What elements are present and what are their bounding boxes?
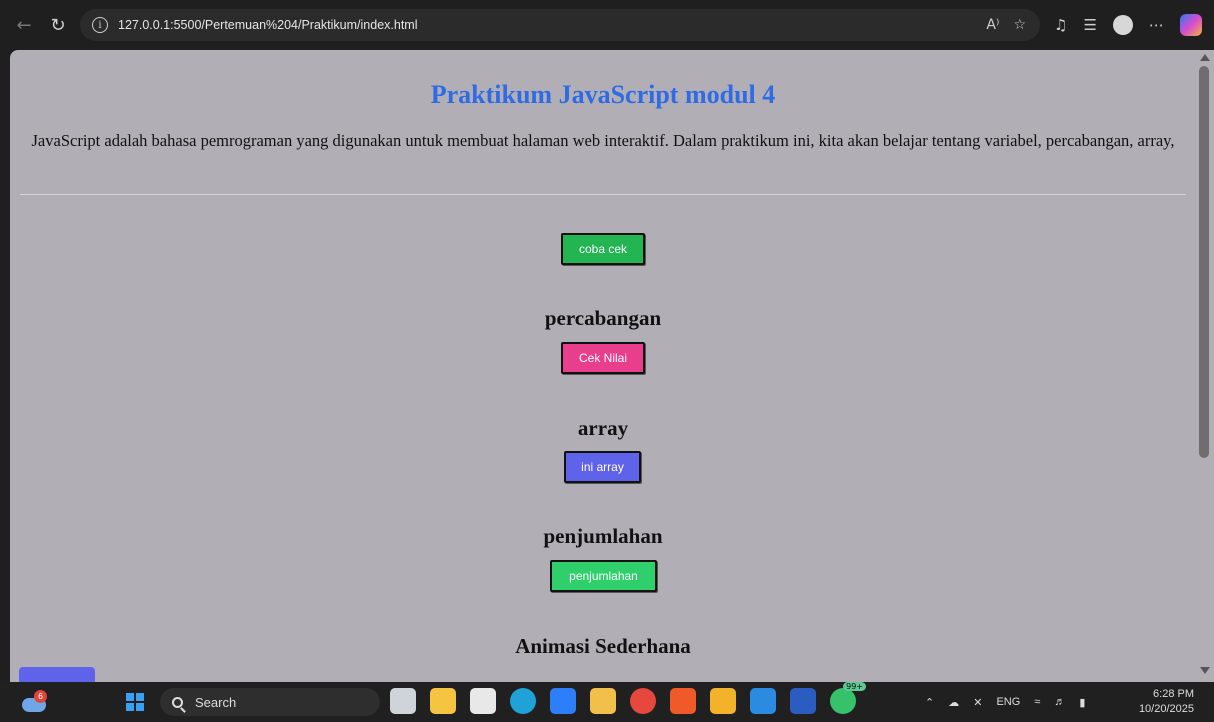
pinned-apps: 99+ — [390, 682, 866, 714]
intro-paragraph: JavaScript adalah bahasa pemrograman yan… — [31, 131, 1175, 150]
refresh-icon[interactable]: ↻ — [44, 15, 72, 36]
page-viewport: Praktikum JavaScript modul 4 JavaScript … — [10, 50, 1196, 682]
extensions-icon[interactable]: ♫ — [1054, 16, 1067, 34]
windows-start-icon[interactable] — [126, 693, 144, 711]
edge-icon[interactable] — [510, 688, 536, 714]
vscode-icon[interactable] — [750, 688, 776, 714]
whatsapp-badge: 99+ — [843, 682, 866, 691]
copilot-icon[interactable] — [1179, 14, 1202, 36]
network-app-icon[interactable]: ☁ — [948, 696, 959, 709]
word-icon[interactable] — [790, 688, 816, 714]
favorite-star-icon[interactable]: ☆ — [1013, 17, 1026, 33]
address-bar[interactable]: i 127.0.0.1:5500/Pertemuan%204/Praktikum… — [80, 9, 1040, 41]
taskbar-search[interactable]: Search — [160, 688, 380, 716]
ini-array-button[interactable]: ini array — [564, 451, 641, 483]
volume-icon[interactable]: ♬ — [1054, 696, 1065, 708]
read-aloud-icon[interactable]: A⁾ — [986, 17, 999, 33]
search-label: Search — [195, 694, 237, 710]
battery-icon[interactable]: ▮ — [1079, 696, 1085, 709]
wifi-icon[interactable]: ≈ — [1034, 696, 1040, 708]
horizontal-rule — [20, 194, 1186, 195]
search-icon — [172, 696, 183, 708]
taskbar: 6 Search 99+ ⌃ ☁ ✕ ENG ≈ ♬ ▮ 6:28 PM 10/… — [0, 682, 1214, 722]
back-icon[interactable]: ← — [10, 15, 38, 36]
more-menu-icon[interactable]: ⋯ — [1149, 16, 1164, 34]
language-indicator[interactable]: ENG — [996, 696, 1020, 708]
weather-widget-icon[interactable]: 6 — [22, 690, 48, 712]
clock[interactable]: 6:28 PM 10/20/2025 — [1139, 687, 1194, 717]
heading-array: array — [577, 416, 629, 440]
brave-icon[interactable] — [670, 688, 696, 714]
penjumlahan-button[interactable]: penjumlahan — [550, 560, 657, 592]
app-grid-icon[interactable] — [710, 688, 736, 714]
task-view-icon[interactable] — [390, 688, 416, 714]
info-icon[interactable]: i — [92, 17, 108, 33]
scroll-down-icon[interactable] — [1200, 667, 1210, 674]
app-icon[interactable] — [590, 688, 616, 714]
chevron-up-icon[interactable]: ⌃ — [925, 696, 934, 709]
store-icon[interactable] — [470, 688, 496, 714]
url-text[interactable]: 127.0.0.1:5500/Pertemuan%204/Praktikum/i… — [118, 18, 417, 32]
scroll-up-icon[interactable] — [1200, 54, 1210, 61]
notifications-off-icon[interactable]: ✕ — [973, 696, 982, 709]
scroll-thumb[interactable] — [1199, 66, 1209, 458]
notification-badge: 6 — [34, 690, 47, 703]
heading-animasi: Animasi Sederhana — [515, 634, 691, 658]
todo-icon[interactable] — [550, 688, 576, 714]
heading-penjumlahan: penjumlahan — [543, 524, 663, 548]
favorites-icon[interactable]: ☰ — [1083, 16, 1096, 34]
animation-box — [19, 667, 95, 682]
profile-avatar-icon[interactable] — [1112, 15, 1133, 35]
browser-toolbar: ← ↻ i 127.0.0.1:5500/Pertemuan%204/Prakt… — [0, 0, 1214, 50]
clock-time: 6:28 PM — [1153, 688, 1194, 700]
chrome-icon[interactable] — [630, 688, 656, 714]
system-tray: ⌃ ☁ ✕ ENG ≈ ♬ ▮ — [925, 682, 1085, 722]
coba-cek-button[interactable]: coba cek — [561, 233, 645, 265]
vertical-scrollbar[interactable] — [1196, 50, 1214, 682]
whatsapp-icon[interactable]: 99+ — [830, 682, 866, 714]
page-title: Praktikum JavaScript modul 4 — [430, 80, 776, 109]
cek-nilai-button[interactable]: Cek Nilai — [561, 342, 645, 374]
heading-percabangan: percabangan — [544, 306, 662, 330]
clock-date: 10/20/2025 — [1138, 703, 1194, 715]
file-explorer-icon[interactable] — [430, 688, 456, 714]
